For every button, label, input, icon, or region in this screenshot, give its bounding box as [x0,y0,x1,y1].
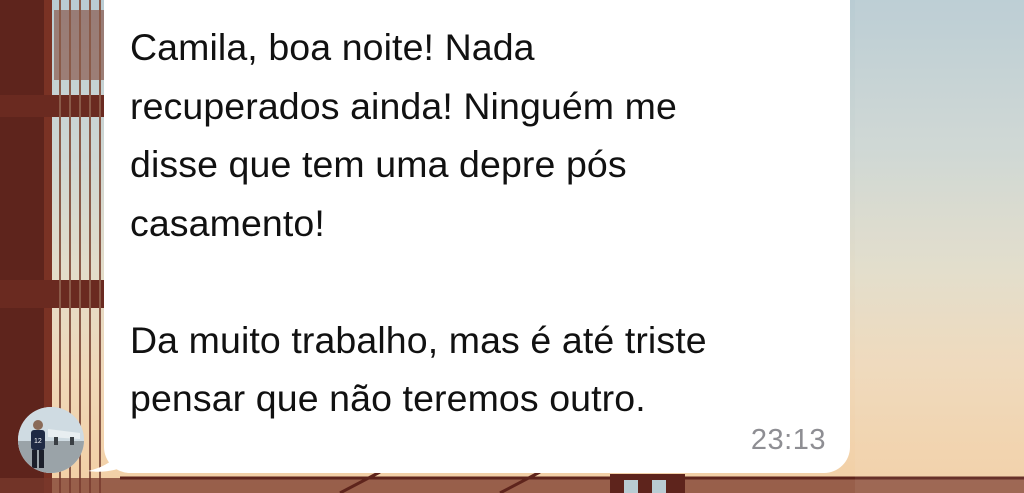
svg-text:12: 12 [34,438,42,445]
person-avatar-icon: 12 [18,407,84,473]
message-timestamp: 23:13 [750,424,826,456]
message-text: Camila, boa noite! Nada recuperados aind… [130,26,707,419]
sender-avatar[interactable]: 12 [18,407,84,473]
